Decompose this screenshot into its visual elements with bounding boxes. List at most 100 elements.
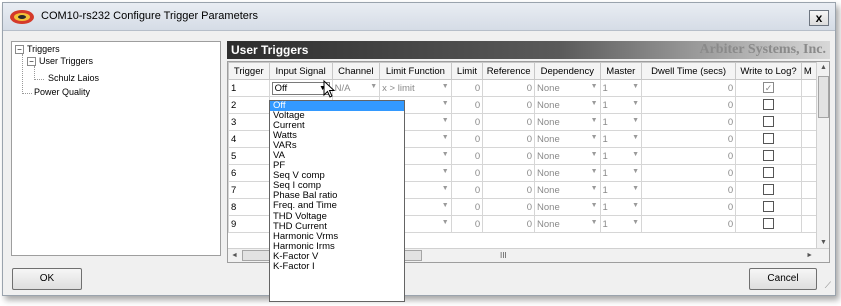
dropdown-arrow-icon[interactable]: ▼: [632, 117, 639, 124]
write-log-checkbox[interactable]: ✓: [762, 82, 774, 94]
limit-cell[interactable]: 0: [450, 79, 484, 97]
resize-grip-icon[interactable]: ⟋: [825, 280, 831, 291]
dwell-time-cell[interactable]: 0: [641, 215, 737, 233]
master-cell[interactable]: 1 ▼: [599, 79, 643, 97]
dropdown-arrow-icon[interactable]: ▼: [591, 151, 598, 158]
column-header[interactable]: Limit: [450, 62, 484, 80]
reference-cell[interactable]: 0: [482, 198, 536, 216]
input-signal-combobox[interactable]: Off ▼: [271, 81, 330, 95]
dwell-time-cell[interactable]: 0: [641, 130, 737, 148]
write-log-cell[interactable]: [735, 164, 802, 182]
master-cell[interactable]: 1 ▼: [599, 198, 643, 216]
write-log-cell[interactable]: [735, 113, 802, 131]
reference-cell[interactable]: 0: [482, 130, 536, 148]
dropdown-arrow-icon[interactable]: ▼: [442, 151, 449, 158]
cancel-button[interactable]: Cancel: [749, 268, 817, 290]
write-log-cell[interactable]: [735, 147, 802, 165]
column-header[interactable]: Master: [599, 62, 643, 80]
dropdown-arrow-icon[interactable]: ▼: [442, 168, 449, 175]
dropdown-arrow-icon[interactable]: ▼: [591, 134, 598, 141]
dropdown-arrow-icon[interactable]: ▼: [591, 100, 598, 107]
write-log-checkbox[interactable]: [762, 218, 774, 230]
master-cell[interactable]: 1 ▼: [599, 181, 643, 199]
write-log-checkbox[interactable]: [762, 201, 774, 213]
collapse-icon[interactable]: −: [27, 57, 36, 67]
write-log-cell[interactable]: [735, 198, 802, 216]
master-cell[interactable]: 1 ▼: [599, 147, 643, 165]
dropdown-arrow-icon[interactable]: ▼: [442, 100, 449, 107]
master-cell[interactable]: 1 ▼: [599, 215, 643, 233]
dependency-cell[interactable]: None ▼: [534, 147, 601, 165]
dropdown-arrow-icon[interactable]: ▼: [591, 117, 598, 124]
dropdown-arrow-icon[interactable]: ▼: [442, 134, 449, 141]
dropdown-arrow-icon[interactable]: ▼: [591, 219, 598, 226]
column-header[interactable]: Dwell Time (secs): [641, 62, 737, 80]
dropdown-option-freq-and-time[interactable]: Freq. and Time: [270, 201, 404, 211]
ok-button[interactable]: OK: [12, 268, 82, 290]
dependency-cell[interactable]: None ▼: [534, 79, 601, 97]
reference-cell[interactable]: 0: [482, 215, 536, 233]
column-header[interactable]: Reference: [482, 62, 536, 80]
write-log-cell[interactable]: [735, 215, 802, 233]
column-header[interactable]: Input Signal: [268, 62, 333, 80]
limit-cell[interactable]: 0: [450, 181, 484, 199]
tree-item-schulz-laios[interactable]: Schulz Laios: [48, 73, 99, 83]
dropdown-option-va[interactable]: VA: [270, 151, 404, 161]
limit-cell[interactable]: 0: [450, 113, 484, 131]
dropdown-option-k-factor-i[interactable]: K-Factor I: [270, 261, 404, 272]
dropdown-arrow-icon[interactable]: ▼: [442, 219, 449, 226]
reference-cell[interactable]: 0: [482, 147, 536, 165]
limit-cell[interactable]: 0: [450, 147, 484, 165]
dwell-time-cell[interactable]: 0: [641, 147, 737, 165]
dependency-cell[interactable]: None ▼: [534, 96, 601, 114]
table-row[interactable]: 1 Off ▼ N/A▼ x > limit▼ 0 0 None▼ 1▼: [228, 79, 829, 97]
write-log-checkbox[interactable]: [762, 150, 774, 162]
dwell-time-cell[interactable]: 0: [641, 113, 737, 131]
scroll-left-icon[interactable]: ◄: [231, 252, 238, 259]
reference-cell[interactable]: 0: [482, 79, 536, 97]
collapse-icon[interactable]: −: [15, 45, 24, 55]
dropdown-arrow-icon[interactable]: ▼: [632, 185, 639, 192]
dropdown-arrow-icon[interactable]: ▼: [442, 83, 449, 90]
master-cell[interactable]: 1 ▼: [599, 130, 643, 148]
master-cell[interactable]: 1 ▼: [599, 96, 643, 114]
column-header[interactable]: Channel: [331, 62, 381, 80]
dependency-cell[interactable]: None ▼: [534, 215, 601, 233]
dropdown-arrow-icon[interactable]: ▼: [442, 202, 449, 209]
limit-function-cell[interactable]: x > limit ▼: [379, 79, 452, 97]
tree-item-triggers[interactable]: − Triggers: [15, 44, 60, 55]
limit-cell[interactable]: 0: [450, 198, 484, 216]
dropdown-arrow-icon[interactable]: ▼: [442, 117, 449, 124]
limit-cell[interactable]: 0: [450, 215, 484, 233]
close-button[interactable]: x: [809, 10, 829, 26]
limit-cell[interactable]: 0: [450, 130, 484, 148]
reference-cell[interactable]: 0: [482, 164, 536, 182]
reference-cell[interactable]: 0: [482, 113, 536, 131]
tree-item-user-triggers[interactable]: − User Triggers: [27, 56, 93, 67]
dropdown-arrow-icon[interactable]: ▼: [632, 202, 639, 209]
write-log-checkbox[interactable]: [762, 133, 774, 145]
scroll-up-icon[interactable]: ▲: [820, 64, 827, 71]
write-log-checkbox[interactable]: [762, 99, 774, 111]
dropdown-arrow-icon[interactable]: ▼: [442, 185, 449, 192]
dropdown-option-vars[interactable]: VARs: [270, 141, 404, 151]
scroll-right-icon[interactable]: ►: [806, 252, 813, 259]
dwell-time-cell[interactable]: 0: [641, 79, 737, 97]
master-cell[interactable]: 1 ▼: [599, 113, 643, 131]
write-log-checkbox[interactable]: [762, 184, 774, 196]
dropdown-arrow-icon[interactable]: ▼: [632, 83, 639, 90]
input-signal-dropdown-list[interactable]: Off Voltage Current Watts VARs VA PF Seq…: [269, 100, 405, 302]
dropdown-arrow-icon[interactable]: ▼: [632, 134, 639, 141]
reference-cell[interactable]: 0: [482, 181, 536, 199]
column-header[interactable]: Write to Log?: [735, 62, 802, 80]
dwell-time-cell[interactable]: 0: [641, 198, 737, 216]
dependency-cell[interactable]: None ▼: [534, 198, 601, 216]
dwell-time-cell[interactable]: 0: [641, 181, 737, 199]
write-log-cell[interactable]: [735, 130, 802, 148]
reference-cell[interactable]: 0: [482, 96, 536, 114]
scroll-thumb[interactable]: [818, 76, 829, 118]
dropdown-arrow-icon[interactable]: ▼: [632, 219, 639, 226]
limit-cell[interactable]: 0: [450, 96, 484, 114]
dropdown-arrow-icon[interactable]: ▼: [370, 83, 377, 90]
column-header[interactable]: Dependency: [534, 62, 601, 80]
